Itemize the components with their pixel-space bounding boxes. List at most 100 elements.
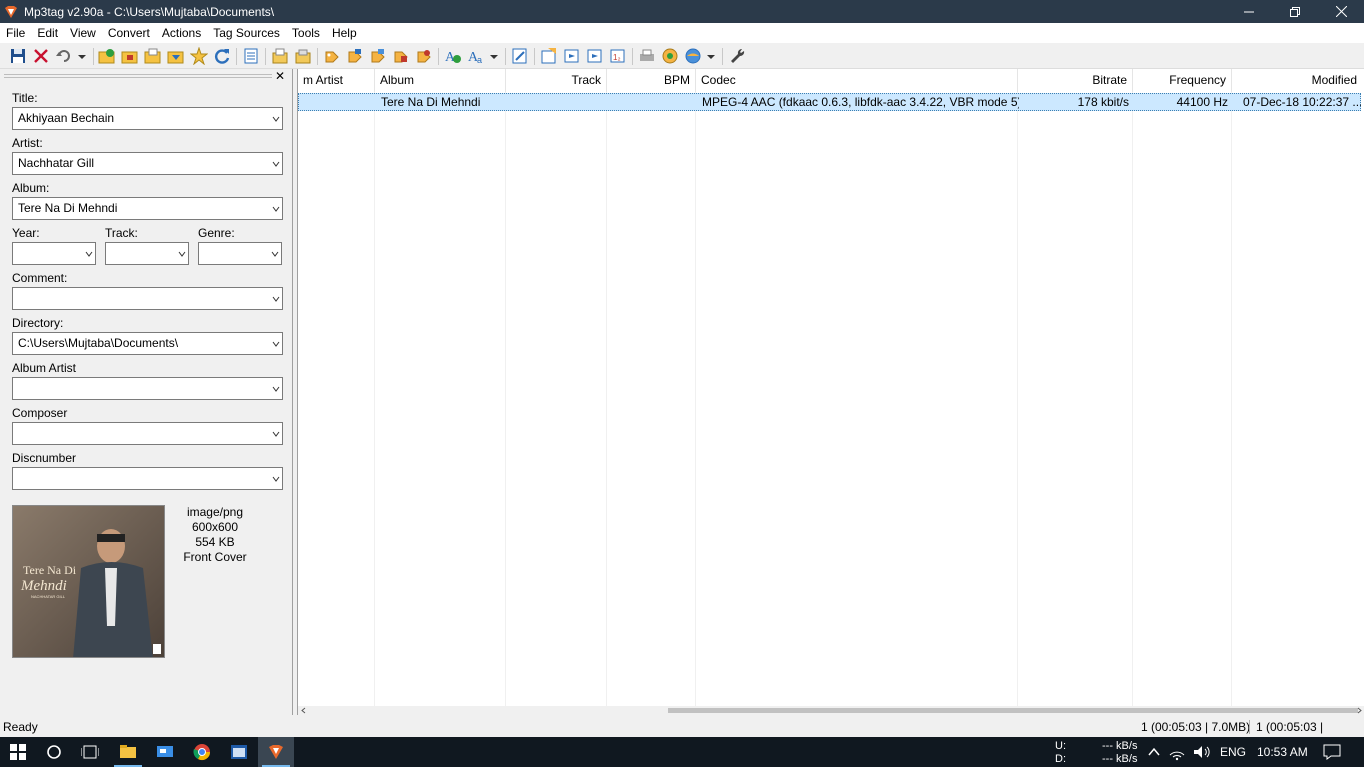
minimize-button[interactable] xyxy=(1226,0,1272,23)
title-field[interactable]: Akhiyaan Bechain xyxy=(12,107,283,130)
toolbar: A Aa 1₂ xyxy=(0,43,1364,69)
favorites-star-icon[interactable] xyxy=(190,47,208,65)
discnumber-label: Discnumber xyxy=(12,451,77,465)
dropdown-icon[interactable] xyxy=(705,47,717,65)
artist-field[interactable]: Nachhatar Gill xyxy=(12,152,283,175)
filename-to-tag-icon[interactable] xyxy=(346,47,364,65)
restore-icon xyxy=(1290,6,1300,17)
network-icon[interactable] xyxy=(1168,743,1186,761)
undo-icon[interactable] xyxy=(55,47,73,65)
autonumber-icon[interactable] xyxy=(415,47,433,65)
file-row[interactable]: Tere Na Di Mehndi MPEG-4 AAC (fdkaac 0.6… xyxy=(298,93,1361,111)
menu-help[interactable]: Help xyxy=(326,23,363,43)
text-to-tag-icon[interactable] xyxy=(369,47,387,65)
discnumber-field[interactable] xyxy=(12,467,283,490)
net-download-value: --- kB/s xyxy=(1102,753,1138,765)
scroll-left-icon[interactable] xyxy=(300,707,307,714)
taskbar-app-2[interactable] xyxy=(147,737,183,767)
horizontal-scrollbar[interactable] xyxy=(298,706,1364,715)
menu-actions[interactable]: Actions xyxy=(156,23,207,43)
taskbar-mp3tag[interactable] xyxy=(258,737,294,767)
import-2-icon[interactable] xyxy=(586,47,604,65)
cover-mime: image/png xyxy=(186,505,244,519)
web-source-icon[interactable] xyxy=(684,47,702,65)
taskbar-file-explorer[interactable] xyxy=(110,737,146,767)
toolbar-separator xyxy=(534,48,535,65)
change-directory-icon[interactable] xyxy=(98,47,116,65)
column-divider xyxy=(1132,92,1133,712)
favorite-folder-icon[interactable] xyxy=(167,47,185,65)
playlist-icon[interactable]: 1₂ xyxy=(609,47,627,65)
column-header-album[interactable]: Album xyxy=(375,69,506,92)
export-icon[interactable] xyxy=(540,47,558,65)
genre-field[interactable] xyxy=(198,242,282,265)
column-header-codec[interactable]: Codec xyxy=(696,69,1018,92)
restore-button[interactable] xyxy=(1272,0,1318,23)
print-icon[interactable] xyxy=(638,47,656,65)
column-header-album-artist[interactable]: m Artist xyxy=(298,69,375,92)
tag-to-filename-icon[interactable] xyxy=(323,47,341,65)
tag-to-tag-icon[interactable] xyxy=(392,47,410,65)
cover-art-image[interactable]: Tere Na Di Mehndi NACHHATAR GILL xyxy=(12,505,165,658)
task-view-button[interactable] xyxy=(72,737,108,767)
column-header-bitrate[interactable]: Bitrate xyxy=(1018,69,1133,92)
select-all-icon[interactable] xyxy=(242,47,260,65)
composer-field[interactable] xyxy=(12,422,283,445)
column-header-frequency[interactable]: Frequency xyxy=(1133,69,1232,92)
album-field[interactable]: Tere Na Di Mehndi xyxy=(12,197,283,220)
open-folder-icon[interactable] xyxy=(144,47,162,65)
start-button[interactable] xyxy=(0,737,36,767)
track-field[interactable] xyxy=(105,242,189,265)
menu-tools[interactable]: Tools xyxy=(286,23,326,43)
search-button[interactable] xyxy=(36,737,72,767)
menu-tag-sources[interactable]: Tag Sources xyxy=(207,23,286,43)
actions-icon[interactable]: A xyxy=(444,47,462,65)
panel-grip[interactable] xyxy=(4,74,272,78)
dropdown-icon[interactable] xyxy=(488,47,500,65)
scroll-right-icon[interactable] xyxy=(1356,707,1363,714)
directory-field[interactable]: C:\Users\Mujtaba\Documents\ xyxy=(12,332,283,355)
edit-actions-icon[interactable] xyxy=(511,47,529,65)
album-artist-field[interactable] xyxy=(12,377,283,400)
copy-tag-icon[interactable] xyxy=(271,47,289,65)
window-app-icon xyxy=(231,745,247,759)
show-hidden-icons-icon[interactable] xyxy=(1148,747,1160,757)
close-button[interactable] xyxy=(1318,0,1364,23)
toolbar-separator xyxy=(632,48,633,65)
save-icon[interactable] xyxy=(9,47,27,65)
cell-bpm xyxy=(608,94,697,110)
action-center-icon[interactable] xyxy=(1323,744,1341,760)
tag-source-icon[interactable] xyxy=(661,47,679,65)
menu-edit[interactable]: Edit xyxy=(31,23,64,43)
language-indicator[interactable]: ENG xyxy=(1220,745,1246,759)
clock[interactable]: 10:53 AM xyxy=(1257,745,1308,759)
dropdown-icon[interactable] xyxy=(76,47,88,65)
year-field[interactable] xyxy=(12,242,96,265)
options-wrench-icon[interactable] xyxy=(728,47,746,65)
panel-close-icon[interactable]: ✕ xyxy=(275,69,285,83)
cover-title-line2: Mehndi xyxy=(20,578,67,594)
title-value: Akhiyaan Bechain xyxy=(18,111,115,125)
comment-field[interactable] xyxy=(12,287,283,310)
taskbar-chrome[interactable] xyxy=(184,737,220,767)
menu-view[interactable]: View xyxy=(64,23,102,43)
column-header-bpm[interactable]: BPM xyxy=(607,69,696,92)
add-directory-icon[interactable] xyxy=(121,47,139,65)
actions-quick-icon[interactable]: Aa xyxy=(467,47,485,65)
cell-album: Tere Na Di Mehndi xyxy=(381,95,481,109)
import-1-icon[interactable] xyxy=(563,47,581,65)
chevron-down-icon xyxy=(272,431,280,437)
refresh-icon[interactable] xyxy=(213,47,231,65)
column-header-track[interactable]: Track xyxy=(506,69,607,92)
menu-file[interactable]: File xyxy=(0,23,31,43)
status-text: Ready xyxy=(3,720,38,734)
status-bar: Ready 1 (00:05:03 | 7.0MB) 1 (00:05:03 |… xyxy=(0,717,1364,754)
scrollbar-thumb[interactable] xyxy=(668,708,1358,713)
cover-title-line1: Tere Na Di xyxy=(23,563,77,577)
column-header-modified[interactable]: Modified xyxy=(1232,69,1362,92)
taskbar-app-4[interactable] xyxy=(221,737,257,767)
menu-convert[interactable]: Convert xyxy=(102,23,156,43)
paste-tag-icon[interactable] xyxy=(294,47,312,65)
remove-icon[interactable] xyxy=(32,47,50,65)
volume-icon[interactable] xyxy=(1193,744,1211,760)
